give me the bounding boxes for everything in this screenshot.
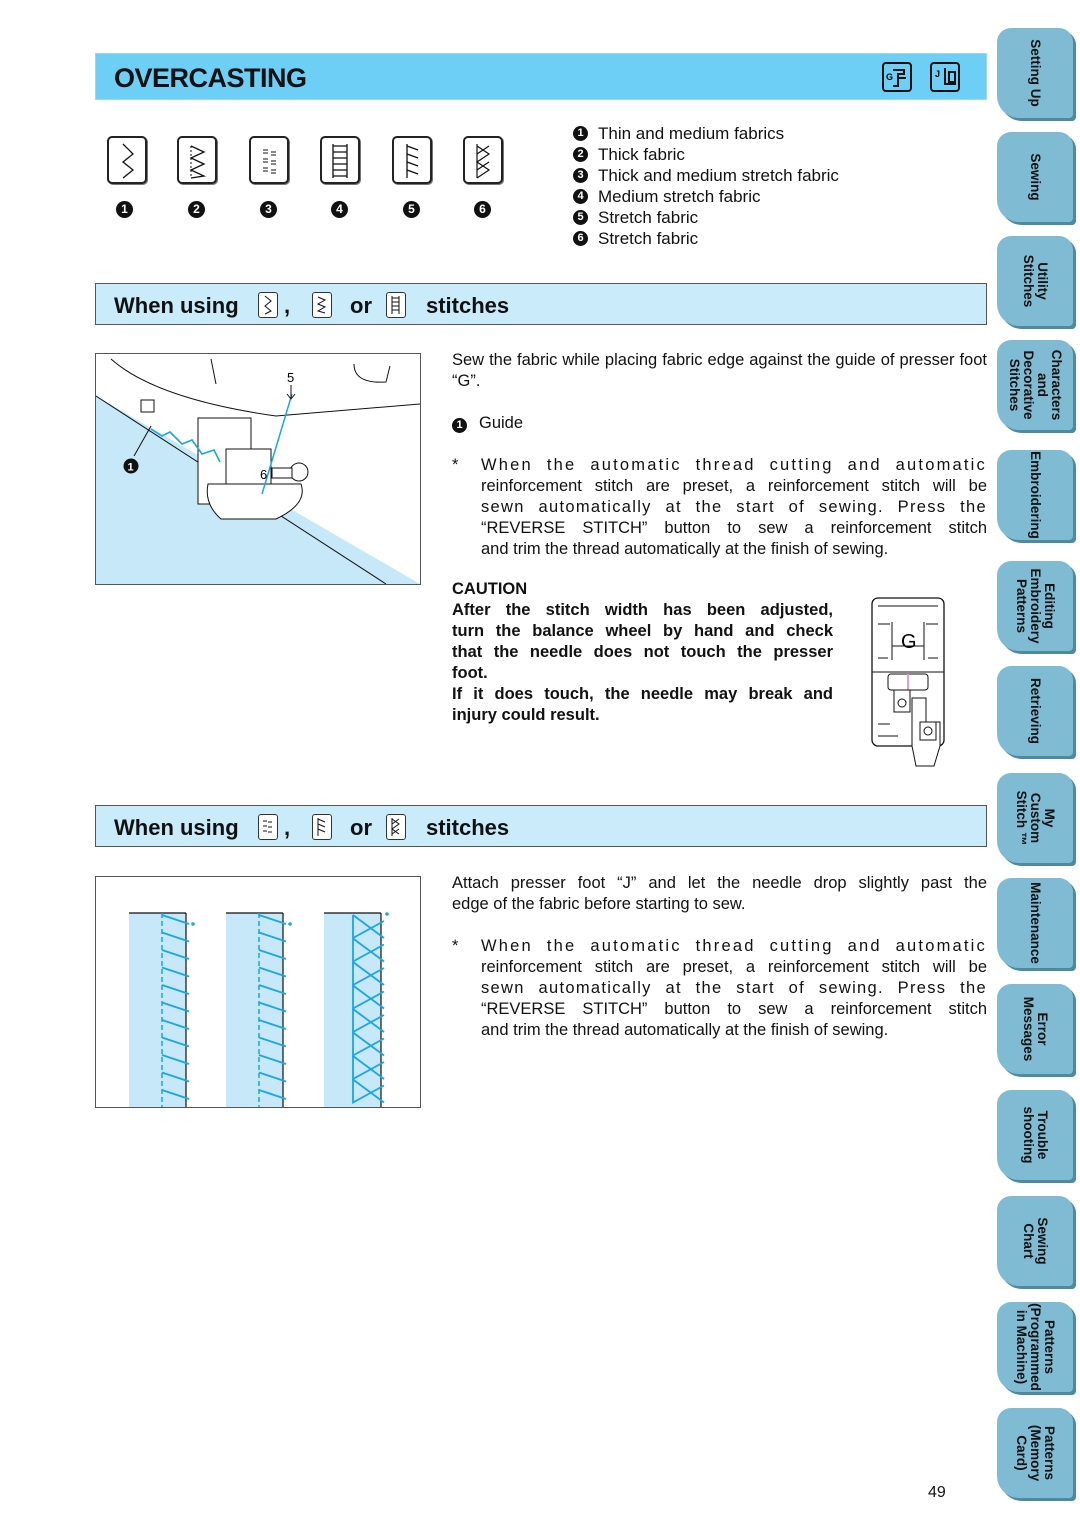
title-bar: OVERCASTING G J [95,53,987,100]
stitch-number-4: 4 [331,201,348,218]
page-number: 49 [928,1484,946,1501]
chapter-tab-label: Maintenance [1028,882,1043,964]
chapter-tab-label: Utility Stitches [1021,254,1050,308]
chapter-tab-characters-and-decorative-stitches[interactable]: Characters and Decorative Stitches [997,340,1073,430]
section2-note: * When the automatic thread cutting and … [452,937,987,1039]
chapter-tab-label: Trouble shooting [1021,1106,1050,1164]
foot-letter-g: G [901,631,917,653]
thread-end-dot [288,922,292,926]
chapter-tab-label: Sewing Chart [1021,1217,1050,1265]
chapter-tab-label: Sewing [1028,153,1043,201]
guide-callout: 1 [128,462,134,474]
chapter-tab-sewing[interactable]: Sewing [997,132,1073,222]
slant-overcast-stitch-icon [312,814,332,840]
slant-overcast-stitch-icon [406,144,419,178]
chapter-tab-trouble-shooting[interactable]: Trouble shooting [997,1090,1073,1180]
chapter-tab-sewing-chart[interactable]: Sewing Chart [997,1196,1073,1286]
presser-foot-g-illustration: 5 6 1 [95,353,421,585]
presser-foot-g-drawing: G [868,596,950,771]
thread-mark-5: 5 [287,370,294,385]
chapter-tab-label: Characters and Decorative Stitches [1007,349,1064,421]
chapter-tab-label: Retrieving [1028,677,1043,745]
ladder-overcast-stitch-icon [386,292,406,318]
zigzag-stitch-icon [258,292,278,318]
thread-end-dot [385,912,389,916]
thread-mark-6: 6 [260,467,267,482]
triple-zigzag-stitch-icon [312,292,332,318]
chapter-tab-utility-stitches[interactable]: Utility Stitches [997,236,1073,326]
stitch-button-4[interactable] [320,136,360,184]
legend-item: 2 Thick fabric [573,144,685,165]
section1-instruction: Sew the fabric while placing fabric edge… [452,351,987,390]
zigzag-stitch-icon [121,143,135,179]
chapter-tab-setting-up[interactable]: Setting Up [997,28,1073,118]
presser-foot-g-icon: G [882,62,912,92]
foot-g-letter: G [886,72,893,82]
legend-item: 4 Medium stretch fabric [573,186,761,207]
stitch-button-1[interactable] [107,136,147,184]
chapter-tab-editing-embroidery-patterns[interactable]: Editing Embroidery Patterns [997,561,1073,651]
ladder-overcast-stitch-icon [332,144,348,178]
legend-item: 1 Thin and medium fabrics [573,123,784,144]
chapter-tab-label: Editing Embroidery Patterns [1014,568,1057,644]
triple-zigzag-stitch-icon [189,145,207,179]
chapter-tab-label: Error Messages [1021,996,1050,1062]
legend-item: 6 Stretch fabric [573,228,698,249]
chapter-tab-label: Setting Up [1028,39,1043,107]
chapter-tab-my-custom-stitch[interactable]: My Custom Stitch ™ [997,773,1073,863]
chapter-tab-retrieving[interactable]: Retrieving [997,666,1073,756]
stitch-number-1: 1 [116,201,133,218]
chapter-tab-embroidering[interactable]: Embroidering [997,450,1073,540]
stitch-button-6[interactable] [463,136,503,184]
chapter-tab-patterns-programmed-in-machine[interactable]: Patterns (Programmed in Machine) [997,1302,1073,1392]
section-heading-1: When using , or stitches [95,283,987,325]
page-title: OVERCASTING [114,63,307,93]
cross-overcast-stitch-icon [475,144,491,179]
section2-instruction: Attach presser foot “J” and let the need… [452,874,987,913]
foot-j-letter: J [935,69,940,79]
cross-overcast-stitch-icon [386,814,406,840]
caution-block: CAUTION After the stitch width has been … [452,580,833,724]
stitch-number-2: 2 [188,201,205,218]
chapter-tab-label: Embroidering [1028,451,1043,539]
legend-item: 5 Stretch fabric [573,207,698,228]
stitch-button-2[interactable] [177,136,217,184]
legend-item: 3 Thick and medium stretch fabric [573,165,839,186]
caution-title: CAUTION [452,580,528,598]
chapter-tab-error-messages[interactable]: Error Messages [997,984,1073,1074]
chapter-tab-label: My Custom Stitch ™ [1014,790,1057,846]
stitch-button-5[interactable] [392,136,432,184]
stitch-number-3: 3 [260,201,277,218]
stretch-overcast-stitch-icon [263,149,276,174]
chapter-tab-maintenance[interactable]: Maintenance [997,878,1073,968]
stretch-overcast-stitch-icon [258,814,278,840]
chapter-tab-label: Patterns (Programmed in Machine) [1014,1303,1057,1391]
section-heading-2: When using , or stitches [95,805,987,847]
thread-end-dot [191,922,195,926]
presser-foot-j-icon: J [930,62,960,92]
overcast-stitch-samples [95,876,421,1108]
stitch-button-3[interactable] [249,136,289,184]
stitch-number-6: 6 [474,201,491,218]
chapter-tab-patterns-memory-card[interactable]: Patterns (Memory Card) [997,1408,1073,1498]
guide-callout-label: 1 Guide [452,413,523,434]
section1-note: * When the automatic thread cutting and … [452,456,987,558]
stitch-number-5: 5 [403,201,420,218]
chapter-tab-label: Patterns (Memory Card) [1014,1424,1057,1482]
